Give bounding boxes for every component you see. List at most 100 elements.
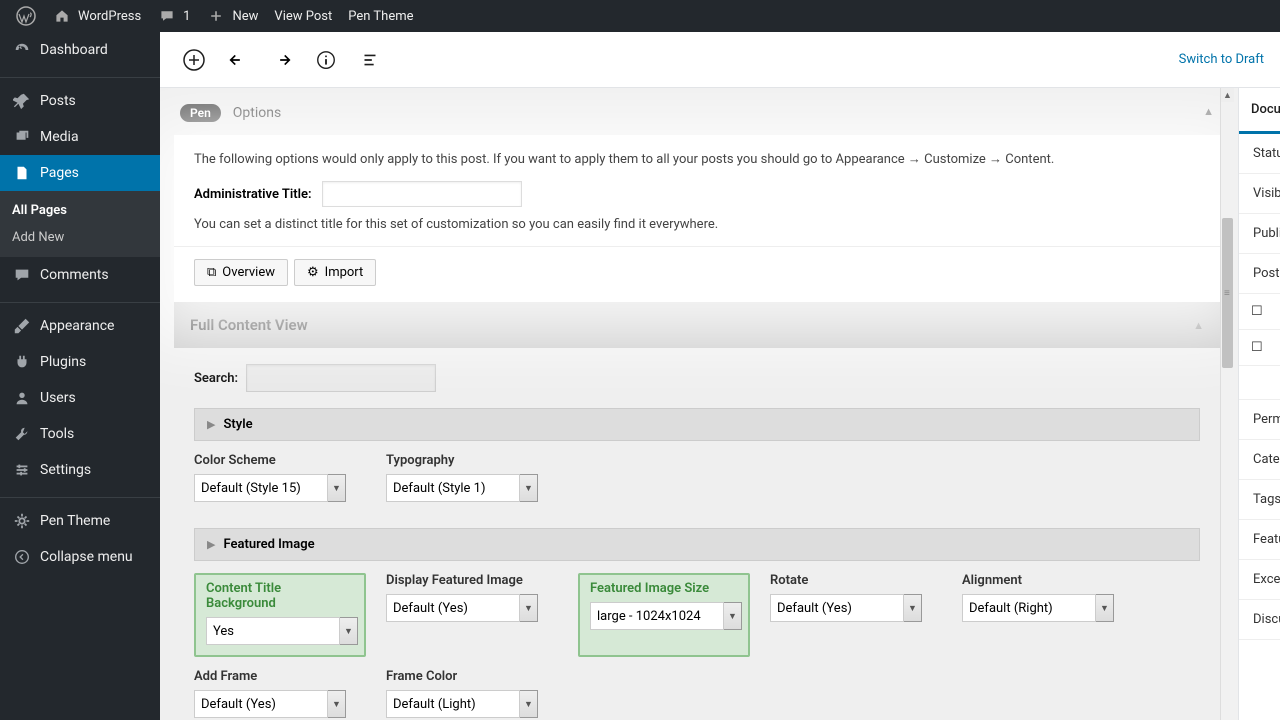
dropdown-icon: ▼ xyxy=(520,474,538,502)
fcv-title: Full Content View xyxy=(190,316,308,334)
section-featured-image[interactable]: ▶ Featured Image xyxy=(194,528,1200,561)
editor-toolbar: Switch to Draft xyxy=(160,32,1280,88)
doc-section[interactable]: Visibility xyxy=(1239,174,1280,214)
field-typography: Typography Default (Style 1)▼ xyxy=(386,453,578,516)
sidebar-item-users[interactable]: Users xyxy=(0,380,160,416)
sidebar-item-plugins[interactable]: Plugins xyxy=(0,344,160,380)
overview-button[interactable]: ⧉Overview xyxy=(194,259,288,286)
frame-color-select[interactable]: Default (Light) xyxy=(386,690,520,718)
sidebar-item-tools[interactable]: Tools xyxy=(0,416,160,452)
outline-button[interactable] xyxy=(352,42,388,78)
sidebar-item-dashboard[interactable]: Dashboard xyxy=(0,32,160,68)
site-name[interactable]: WordPress xyxy=(44,0,149,32)
field-add-frame: Add Frame Default (Yes)▼ xyxy=(194,669,386,720)
doc-section[interactable]: Tags xyxy=(1239,480,1280,520)
pen-theme-link[interactable]: Pen Theme xyxy=(340,0,421,32)
sidebar-sub-all-pages[interactable]: All Pages xyxy=(0,197,160,224)
doc-section[interactable]: Categories xyxy=(1239,440,1280,480)
sidebar-item-pen-theme[interactable]: Pen Theme xyxy=(0,503,160,539)
search-input[interactable] xyxy=(246,364,436,392)
typography-select[interactable]: Default (Style 1) xyxy=(386,474,520,502)
field-display-featured: Display Featured Image Default (Yes)▼ xyxy=(386,573,578,657)
field-color-scheme: Color Scheme Default (Style 15)▼ xyxy=(194,453,386,516)
wordpress-icon xyxy=(16,6,36,26)
doc-section[interactable]: Featured xyxy=(1239,520,1280,560)
rotate-select[interactable]: Default (Yes) xyxy=(770,594,904,622)
new-link[interactable]: New xyxy=(198,0,266,32)
view-post[interactable]: View Post xyxy=(266,0,340,32)
sidebar-sub-add-new[interactable]: Add New xyxy=(0,224,160,251)
pen-options-panel: Pen Options ▲ The following options woul… xyxy=(160,88,1234,720)
field-content-title-bg: Content Title Background Yes▼ xyxy=(194,573,366,657)
field-rotate: Rotate Default (Yes)▼ xyxy=(770,573,962,657)
pen-options-title: Options xyxy=(233,105,281,121)
dashboard-icon xyxy=(12,40,32,60)
pen-badge: Pen xyxy=(180,104,221,122)
doc-section[interactable]: Post xyxy=(1239,254,1280,294)
pen-options-header[interactable]: Pen Options ▲ xyxy=(160,88,1234,135)
external-link-icon: ⧉ xyxy=(207,265,216,280)
dropdown-icon: ▼ xyxy=(724,602,742,630)
dropdown-icon: ▼ xyxy=(520,690,538,718)
collapse-toggle-icon[interactable]: ▲ xyxy=(1203,105,1214,118)
field-frame-color: Frame Color Default (Light)▼ xyxy=(386,669,578,720)
comments-count: 1 xyxy=(183,9,190,24)
gear-icon xyxy=(12,460,32,480)
dropdown-icon: ▼ xyxy=(520,594,538,622)
add-block-button[interactable] xyxy=(176,42,212,78)
sidebar-collapse[interactable]: Collapse menu xyxy=(0,539,160,575)
triangle-right-icon: ▶ xyxy=(207,538,215,551)
import-button[interactable]: ⚙Import xyxy=(294,259,376,286)
wp-logo[interactable] xyxy=(8,0,44,32)
admin-bar: WordPress 1 New View Post Pen Theme xyxy=(0,0,1280,32)
info-button[interactable] xyxy=(308,42,344,78)
editor-main: Pen Options ▲ The following options woul… xyxy=(160,88,1234,720)
admin-title-label: Administrative Title: xyxy=(194,187,312,202)
doc-checkbox[interactable]: ☐ xyxy=(1239,330,1280,366)
full-content-view-header[interactable]: Full Content View ▲ xyxy=(174,302,1220,348)
pages-icon xyxy=(12,163,32,183)
collapse-toggle-icon[interactable]: ▲ xyxy=(1193,319,1204,332)
collapse-icon xyxy=(12,547,32,567)
comments-link[interactable]: 1 xyxy=(149,0,198,32)
sidebar-item-appearance[interactable]: Appearance xyxy=(0,308,160,344)
dropdown-icon: ▼ xyxy=(1096,594,1114,622)
media-icon xyxy=(12,127,32,147)
field-featured-size: Featured Image Size large - 1024x1024▼ xyxy=(578,573,750,657)
sidebar-item-comments[interactable]: Comments xyxy=(0,257,160,293)
add-frame-select[interactable]: Default (Yes) xyxy=(194,690,328,718)
admin-sidebar: Dashboard Posts Media Pages All Pages Ad… xyxy=(0,32,160,720)
color-scheme-select[interactable]: Default (Style 15) xyxy=(194,474,328,502)
sidebar-item-pages[interactable]: Pages xyxy=(0,155,160,191)
switch-to-draft[interactable]: Switch to Draft xyxy=(1179,52,1264,67)
doc-section[interactable]: Publish xyxy=(1239,214,1280,254)
pin-icon xyxy=(12,91,32,111)
scroll-up-icon[interactable]: ▲ xyxy=(1221,88,1234,102)
alignment-select[interactable]: Default (Right) xyxy=(962,594,1096,622)
user-icon xyxy=(12,388,32,408)
undo-button[interactable] xyxy=(220,42,256,78)
sidebar-item-media[interactable]: Media xyxy=(0,119,160,155)
doc-field[interactable] xyxy=(1239,366,1280,400)
content-title-bg-select[interactable]: Yes xyxy=(206,617,340,645)
admin-title-input[interactable] xyxy=(322,181,522,207)
gear-icon: ⚙ xyxy=(307,265,319,280)
sidebar-item-settings[interactable]: Settings xyxy=(0,452,160,488)
doc-section[interactable]: Excerpt xyxy=(1239,560,1280,600)
document-tab[interactable]: Document xyxy=(1239,88,1280,134)
featured-size-select[interactable]: large - 1024x1024 xyxy=(590,602,724,630)
display-featured-select[interactable]: Default (Yes) xyxy=(386,594,520,622)
section-style[interactable]: ▶ Style xyxy=(194,408,1200,441)
doc-section[interactable]: Discussion xyxy=(1239,600,1280,640)
doc-section[interactable]: Permalink xyxy=(1239,400,1280,440)
scroll-grip-icon: ≡ xyxy=(1224,288,1230,299)
comments-icon xyxy=(12,265,32,285)
doc-section[interactable]: Status xyxy=(1239,134,1280,174)
vertical-scrollbar[interactable]: ▲ ≡ xyxy=(1220,88,1234,720)
field-alignment: Alignment Default (Right)▼ xyxy=(962,573,1154,657)
doc-checkbox[interactable]: ☐ xyxy=(1239,294,1280,330)
admin-title-help: You can set a distinct title for this se… xyxy=(194,217,1200,232)
dropdown-icon: ▼ xyxy=(904,594,922,622)
redo-button[interactable] xyxy=(264,42,300,78)
sidebar-item-posts[interactable]: Posts xyxy=(0,83,160,119)
